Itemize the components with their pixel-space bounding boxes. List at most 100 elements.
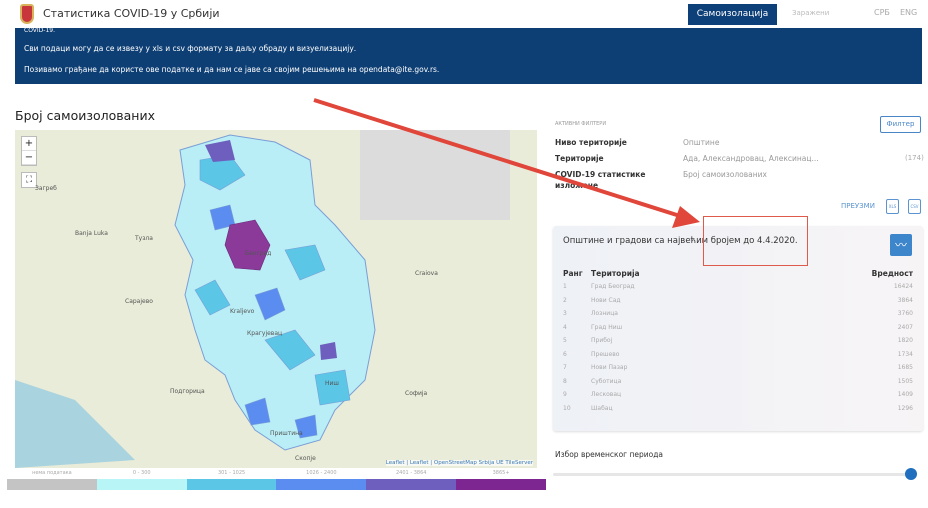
nav-infected[interactable]: Заражени bbox=[792, 9, 829, 17]
city-label: Banja Luka bbox=[75, 230, 108, 237]
legend-swatch bbox=[276, 479, 367, 490]
city-label: Крагујевац bbox=[247, 330, 283, 337]
cell-rank: 7 bbox=[563, 364, 567, 372]
legend-item: 3865+ bbox=[456, 468, 546, 491]
legend-label: 2401 - 3864 bbox=[396, 470, 427, 476]
legend-item: 2401 - 3864 bbox=[366, 468, 457, 491]
table-row: 6 Прешево 1734 bbox=[563, 348, 913, 362]
city-label: Приштина bbox=[270, 430, 303, 437]
cell-rank: 1 bbox=[563, 283, 567, 291]
cell-value: 1505 bbox=[897, 377, 913, 385]
table-row: 9 Лесковац 1409 bbox=[563, 388, 913, 402]
zoom-control[interactable]: + − bbox=[21, 136, 37, 166]
legend-swatch bbox=[456, 479, 546, 490]
col-value: Вредност bbox=[871, 268, 913, 278]
zoom-out-button[interactable]: − bbox=[22, 151, 36, 165]
legend-label: 3865+ bbox=[492, 470, 510, 476]
adriatic-sea bbox=[15, 380, 135, 468]
zoom-in-button[interactable]: + bbox=[22, 137, 36, 151]
table-row: 1 Град Београд 16424 bbox=[563, 280, 913, 294]
filter-label: изложене bbox=[555, 181, 599, 190]
cell-rank: 8 bbox=[563, 377, 567, 385]
table-row: 7 Нови Пазар 1685 bbox=[563, 361, 913, 375]
banner-line: Сви подаци могу да се извезу у xls и csv… bbox=[24, 44, 357, 53]
chart-icon[interactable]: 〰 bbox=[890, 234, 912, 256]
city-label: Сарајево bbox=[125, 298, 153, 305]
cell-territory: Прибој bbox=[591, 337, 613, 345]
city-label: Craiova bbox=[415, 270, 438, 277]
filter-button[interactable]: Филтер bbox=[880, 116, 921, 133]
cell-rank: 5 bbox=[563, 337, 567, 345]
city-label: Београд bbox=[245, 250, 272, 257]
active-filters-heading: АКТИВНИ ФИЛТЕРИ bbox=[555, 121, 607, 127]
filter-value: Општине bbox=[683, 138, 720, 147]
legend-label: 301 - 1025 bbox=[217, 470, 246, 476]
map-title: Број самоизолованих bbox=[15, 108, 155, 123]
filter-value: Ада, Александровац, Алексинац... bbox=[683, 154, 819, 163]
map-attribution[interactable]: Leaflet | Leaflet | OpenStreetMap Srbija… bbox=[385, 460, 533, 466]
period-slider-track[interactable] bbox=[553, 473, 913, 476]
territory-count: (174) bbox=[905, 154, 924, 162]
map-legend: нема података 0 - 300 301 - 1025 1026 - 240… bbox=[7, 468, 546, 491]
lang-en[interactable]: ENG bbox=[900, 8, 917, 17]
legend-item: 301 - 1025 bbox=[186, 468, 277, 491]
cell-rank: 4 bbox=[563, 323, 567, 331]
cell-rank: 6 bbox=[563, 350, 567, 358]
table-row: 5 Прибој 1820 bbox=[563, 334, 913, 348]
cell-rank: 3 bbox=[563, 310, 567, 318]
period-label: Избор временског периода bbox=[555, 450, 664, 459]
city-label: Софија bbox=[405, 390, 428, 397]
filter-label: Ниво територије bbox=[555, 138, 627, 147]
legend-swatch bbox=[186, 479, 277, 490]
cell-value: 1296 bbox=[897, 404, 913, 412]
legend-label: нема података bbox=[32, 470, 72, 476]
col-territory: Територија bbox=[591, 268, 640, 278]
cell-value: 2407 bbox=[897, 323, 913, 331]
cell-rank: 10 bbox=[563, 404, 571, 412]
top-header: Статистика COVID-19 у Србији Самоизолаци… bbox=[0, 0, 928, 28]
csv-download-icon[interactable]: CSV bbox=[908, 199, 921, 214]
city-label: Подгорица bbox=[170, 388, 205, 395]
legend-item: 1026 - 2400 bbox=[276, 468, 367, 491]
cell-territory: Лозница bbox=[591, 310, 618, 318]
cell-rank: 9 bbox=[563, 391, 567, 399]
lang-sr[interactable]: СРБ bbox=[874, 8, 890, 17]
legend-label: 1026 - 2400 bbox=[306, 470, 337, 476]
legend-item: нема података bbox=[7, 468, 97, 491]
unloaded-tile bbox=[360, 130, 510, 220]
download-label[interactable]: ПРЕУЗМИ bbox=[841, 202, 875, 210]
cell-value: 1685 bbox=[897, 364, 913, 372]
city-label: Ниш bbox=[325, 380, 339, 387]
cell-value: 16424 bbox=[893, 283, 913, 291]
cell-territory: Суботица bbox=[591, 377, 622, 385]
table-row: 10 Шабац 1296 bbox=[563, 402, 913, 416]
cell-value: 1734 bbox=[897, 350, 913, 358]
cell-value: 1409 bbox=[897, 391, 913, 399]
cell-territory: Нови Сад bbox=[591, 296, 621, 304]
table-row: 2 Нови Сад 3864 bbox=[563, 294, 913, 308]
table-row: 3 Лозница 3760 bbox=[563, 307, 913, 321]
legend-swatch bbox=[96, 479, 187, 490]
app-title: Статистика COVID-19 у Србији bbox=[43, 7, 220, 20]
legend-swatch bbox=[7, 479, 97, 490]
filter-value: Број самоизолованих bbox=[683, 170, 767, 179]
city-label: Тузла bbox=[135, 235, 153, 242]
cell-value: 3864 bbox=[897, 296, 913, 304]
cell-value: 3760 bbox=[897, 310, 913, 318]
col-rank: Ранг bbox=[563, 268, 583, 278]
cell-territory: Прешево bbox=[591, 350, 620, 358]
nav-self-isolation[interactable]: Самоизолација bbox=[688, 4, 777, 25]
serbia-coat-of-arms-logo bbox=[20, 4, 34, 24]
xls-download-icon[interactable]: XLS bbox=[886, 199, 899, 214]
city-label: Скопје bbox=[295, 455, 316, 462]
choropleth-map[interactable]: + − ⛶ Београд Крагујевац Ниш Приштина Ск… bbox=[15, 130, 537, 468]
cell-value: 1820 bbox=[897, 337, 913, 345]
period-slider-thumb[interactable] bbox=[905, 468, 917, 480]
cell-territory: Лесковац bbox=[591, 391, 622, 399]
cell-territory: Шабац bbox=[591, 404, 613, 412]
info-banner: COVID-19. Сви подаци могу да се извезу у… bbox=[15, 27, 922, 84]
cell-territory: Нови Пазар bbox=[591, 364, 628, 372]
map-canvas[interactable] bbox=[15, 130, 537, 468]
table-row: 4 Град Ниш 2407 bbox=[563, 321, 913, 335]
filter-label: Територије bbox=[555, 154, 604, 163]
